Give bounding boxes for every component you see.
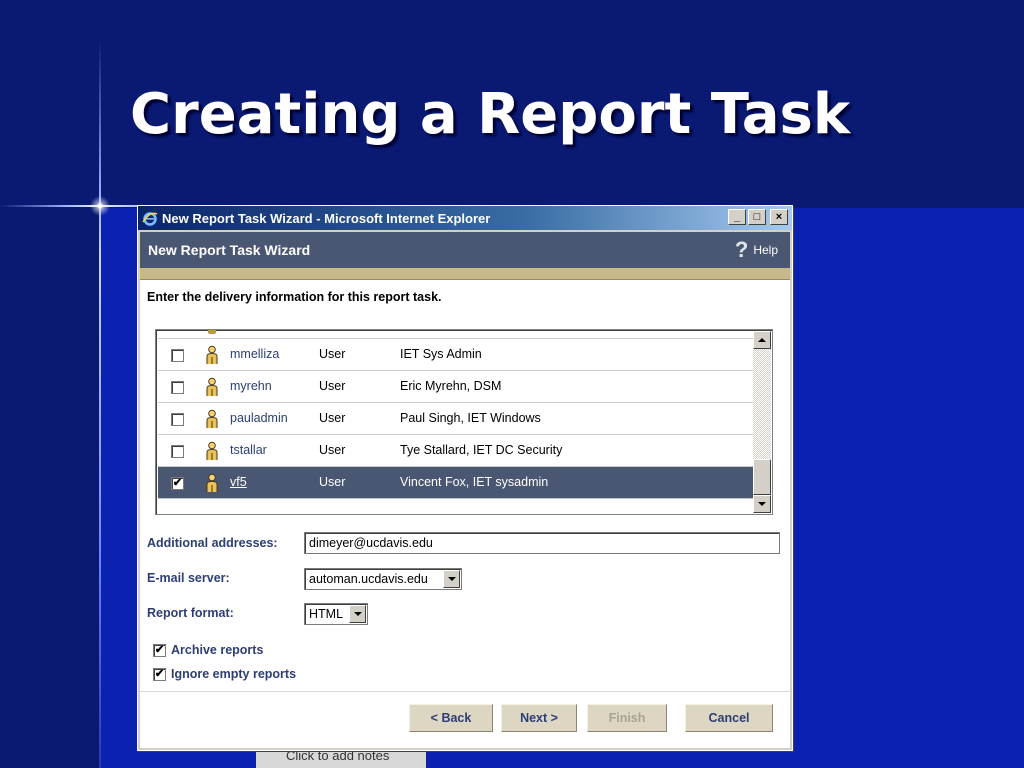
ignore-empty-reports-label: Ignore empty reports [171,667,297,681]
email-server-value: automan.ucdavis.edu [309,572,428,586]
recipients-list-rows: mmelliza User IET Sys Admin myrehn User … [158,330,754,499]
list-row[interactable]: pauladmin User Paul Singh, IET Windows [158,403,754,435]
user-icon [204,377,220,397]
user-type: User [319,379,346,393]
archive-reports-option[interactable]: ✔ Archive reports [153,643,263,657]
ie-logo-icon [142,210,158,226]
instruction-text: Enter the delivery information for this … [147,290,442,304]
wizard-footer: < Back Next > Finish Cancel [140,691,790,748]
user-type: User [319,475,346,489]
user-id-link[interactable]: vf5 [230,475,247,489]
scroll-up-button[interactable] [753,331,771,349]
user-description: Paul Singh, IET Windows [400,411,541,425]
user-id: mmelliza [230,347,280,361]
window-titlebar[interactable]: New Report Task Wizard - Microsoft Inter… [138,206,792,230]
user-type: User [319,411,346,425]
row-checkbox[interactable] [171,413,184,426]
header-divider [140,268,790,280]
additional-addresses-input[interactable] [304,532,780,554]
user-type: User [319,347,346,361]
cancel-button[interactable]: Cancel [685,704,773,732]
dropdown-arrow-icon[interactable] [443,570,460,588]
report-format-value: HTML [309,607,344,621]
user-type: User [319,443,346,457]
ignore-empty-reports-checkbox[interactable]: ✔ [153,667,166,681]
help-label: Help [753,243,778,257]
user-description: Eric Myrehn, DSM [400,379,502,393]
decorative-vertical-line [99,40,101,768]
decorative-horizontal-line [0,205,140,207]
row-checkbox[interactable] [171,445,184,458]
minimize-button[interactable]: _ [728,209,746,225]
archive-reports-checkbox[interactable]: ✔ [153,643,166,657]
window-controls: _ □ × [728,209,788,225]
list-row[interactable]: tstallar User Tye Stallard, IET DC Secur… [158,435,754,467]
list-row-selected[interactable]: ✔ vf5 User Vincent Fox, IET sysadmin [158,467,754,499]
sparkle-icon [90,196,110,216]
report-format-label: Report format: [147,606,234,620]
back-button[interactable]: < Back [409,704,493,732]
user-icon [204,473,220,493]
slide-title: Creating a Report Task [130,82,851,147]
archive-reports-label: Archive reports [171,643,264,657]
help-link[interactable]: ? Help [734,237,778,262]
scroll-thumb[interactable] [753,459,771,495]
ignore-empty-reports-option[interactable]: ✔ Ignore empty reports [153,667,296,681]
wizard-page: New Report Task Wizard ? Help Enter the … [140,232,790,748]
next-button[interactable]: Next > [501,704,577,732]
partial-list-row [158,330,754,339]
email-server-label: E-mail server: [147,571,230,585]
row-checkbox[interactable] [171,381,184,394]
user-id: tstallar [230,443,267,457]
user-icon [204,441,220,461]
slide-left-band [0,0,100,768]
finish-button[interactable]: Finish [587,704,667,732]
recipients-list[interactable]: mmelliza User IET Sys Admin myrehn User … [155,329,773,515]
list-row[interactable]: myrehn User Eric Myrehn, DSM [158,371,754,403]
arrow-up-icon [758,338,766,342]
maximize-button[interactable]: □ [748,209,766,225]
list-row[interactable]: mmelliza User IET Sys Admin [158,339,754,371]
user-icon [204,409,220,429]
wizard-title: New Report Task Wizard [148,242,311,258]
ie-window: New Report Task Wizard - Microsoft Inter… [137,205,793,751]
email-server-select[interactable]: automan.ucdavis.edu [304,568,462,590]
report-format-select[interactable]: HTML [304,603,368,625]
user-icon [208,330,216,334]
list-scrollbar[interactable] [753,331,771,513]
user-id: myrehn [230,379,272,393]
window-title: New Report Task Wizard - Microsoft Inter… [162,210,491,226]
user-description: IET Sys Admin [400,347,482,361]
row-checkbox[interactable] [171,349,184,362]
row-checkbox[interactable]: ✔ [171,477,184,490]
arrow-down-icon [758,502,766,506]
user-description: Vincent Fox, IET sysadmin [400,475,549,489]
notes-placeholder: Click to add notes [256,748,426,768]
user-id: pauladmin [230,411,288,425]
additional-addresses-label: Additional addresses: [147,536,278,550]
question-mark-icon: ? [734,237,749,262]
user-icon [204,345,220,365]
dropdown-arrow-icon[interactable] [349,605,366,623]
user-description: Tye Stallard, IET DC Security [400,443,563,457]
wizard-header: New Report Task Wizard ? Help [140,232,790,268]
close-button[interactable]: × [770,209,788,225]
scroll-down-button[interactable] [753,495,771,513]
